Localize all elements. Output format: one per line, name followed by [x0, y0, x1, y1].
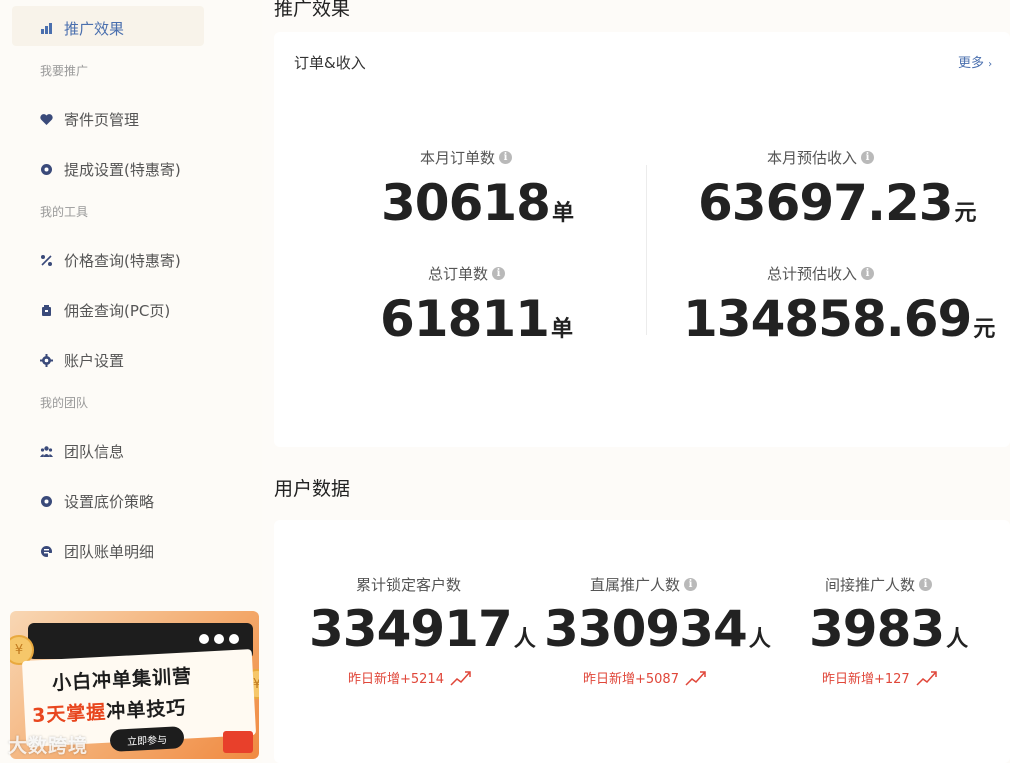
sidebar-item-label: 价格查询(特惠寄): [64, 251, 181, 270]
more-link-label: 更多: [958, 56, 985, 71]
stat-number: 334917: [309, 600, 513, 658]
percent-icon: [40, 254, 53, 267]
stat-value-total-income: 134858.69元: [683, 290, 995, 348]
sidebar: 推广效果 我要推广 寄件页管理 提成设置(特惠寄) 我的工具 价格查询(特惠寄)…: [0, 0, 262, 763]
stat-label-month-income: 本月预估收入 i: [767, 147, 875, 168]
nav-group-promote: 我要推广: [40, 64, 89, 78]
stat-number: 3983: [809, 600, 945, 658]
more-link[interactable]: 更多 ›: [958, 52, 992, 71]
stat-unit: 人: [513, 627, 536, 652]
sidebar-item-label: 设置底价策略: [64, 492, 155, 511]
sidebar-item-label: 团队账单明细: [64, 542, 155, 561]
stat-label-text: 总订单数: [428, 265, 489, 283]
sidebar-item-team-info[interactable]: 团队信息: [40, 438, 124, 464]
sidebar-item-label: 提成设置(特惠寄): [64, 160, 181, 179]
bill-icon: [40, 545, 53, 558]
bar-chart-icon: [40, 22, 53, 35]
sidebar-item-commission-settings[interactable]: 提成设置(特惠寄): [40, 156, 181, 182]
banner-subtitle-rest: 冲单技巧: [105, 696, 187, 724]
delta-text: 昨日新增+127: [822, 672, 910, 687]
sidebar-item-commission-query[interactable]: 佣金查询(PC页): [40, 297, 170, 323]
user-delta-locked-customers: 昨日新增+5214: [348, 668, 472, 687]
sidebar-item-label: 寄件页管理: [64, 110, 140, 129]
stat-number: 134858.69: [683, 290, 972, 348]
coin-icon: [40, 163, 53, 176]
user-value-locked-customers: 334917人: [309, 600, 536, 658]
banner-dots: [199, 634, 239, 644]
stat-number: 30618: [381, 174, 551, 232]
section-title-promotion-effect: 推广效果: [274, 0, 351, 20]
stat-unit: 单: [550, 317, 573, 342]
stat-unit: 元: [973, 317, 995, 342]
sidebar-item-label: 团队信息: [64, 442, 125, 461]
stat-unit: 人: [946, 627, 968, 652]
user-label-direct-promoters: 直属推广人数 i: [590, 574, 698, 595]
stat-label-total-orders: 总订单数 i: [428, 263, 506, 284]
stat-label-text: 本月订单数: [420, 149, 496, 167]
stat-value-total-orders: 61811单: [380, 290, 573, 348]
red-envelope-icon: [223, 731, 253, 753]
sidebar-item-account-settings[interactable]: 账户设置: [40, 347, 124, 373]
user-delta-indirect-promoters: 昨日新增+127: [822, 668, 938, 687]
info-icon[interactable]: i: [684, 578, 698, 591]
stat-unit: 人: [748, 627, 771, 652]
stats-divider: [646, 165, 647, 335]
sidebar-item-promotion-effect[interactable]: 推广效果: [40, 15, 124, 41]
stat-value-month-income: 63697.23元: [698, 174, 977, 232]
sidebar-item-label: 佣金查询(PC页): [64, 301, 171, 320]
stat-label-total-income: 总计预估收入 i: [767, 263, 875, 284]
stat-label-month-orders: 本月订单数 i: [420, 147, 513, 168]
info-icon[interactable]: i: [919, 578, 933, 591]
tag-heart-icon: [40, 113, 53, 126]
trend-up-icon: [916, 670, 937, 686]
section-title-user-data: 用户数据: [274, 478, 351, 500]
trend-up-icon: [450, 670, 471, 686]
gear-icon: [40, 353, 53, 367]
info-icon[interactable]: i: [499, 151, 513, 164]
sidebar-item-label: 推广效果: [64, 19, 125, 38]
user-label-indirect-promoters: 间接推广人数 i: [825, 574, 933, 595]
info-icon[interactable]: i: [861, 151, 875, 164]
delta-text: 昨日新增+5087: [583, 672, 679, 687]
orders-income-card: [274, 32, 1010, 447]
stat-label-text: 累计锁定客户数: [356, 576, 462, 594]
card-title-orders-income: 订单&收入: [294, 54, 366, 72]
trend-up-icon: [685, 670, 706, 686]
coin-icon: [40, 495, 53, 508]
stat-label-text: 总计预估收入: [767, 265, 858, 283]
stat-label-text: 直属推广人数: [590, 576, 681, 594]
stat-value-month-orders: 30618单: [381, 174, 574, 232]
chevron-right-icon: ›: [988, 59, 993, 70]
wallet-icon: [40, 304, 53, 317]
sidebar-item-shipping-page[interactable]: 寄件页管理: [40, 106, 139, 132]
info-icon[interactable]: i: [492, 267, 506, 280]
stat-number: 330934: [544, 600, 748, 658]
sidebar-item-price-query[interactable]: 价格查询(特惠寄): [40, 247, 181, 273]
nav-group-tools: 我的工具: [40, 205, 89, 219]
banner-cta-button[interactable]: 立即参与: [109, 726, 185, 752]
delta-text: 昨日新增+5214: [348, 672, 444, 687]
stat-number: 61811: [380, 290, 550, 348]
banner-subtitle-highlight: 3天掌握: [31, 701, 107, 728]
stat-label-text: 间接推广人数: [825, 576, 916, 594]
stat-unit: 单: [551, 201, 574, 226]
sidebar-item-label: 账户设置: [64, 351, 125, 370]
info-icon[interactable]: i: [861, 267, 875, 280]
watermark: 大数跨境: [8, 735, 89, 757]
nav-group-team: 我的团队: [40, 396, 89, 410]
user-delta-direct-promoters: 昨日新增+5087: [583, 668, 707, 687]
team-icon: [40, 445, 53, 458]
user-value-direct-promoters: 330934人: [544, 600, 771, 658]
sidebar-item-base-price-strategy[interactable]: 设置底价策略: [40, 488, 154, 514]
stat-label-text: 本月预估收入: [767, 149, 858, 167]
user-label-locked-customers: 累计锁定客户数: [356, 574, 461, 595]
user-value-indirect-promoters: 3983人: [809, 600, 968, 658]
stat-unit: 元: [954, 201, 977, 226]
stat-number: 63697.23: [698, 174, 954, 232]
sidebar-item-team-bill[interactable]: 团队账单明细: [40, 538, 154, 564]
